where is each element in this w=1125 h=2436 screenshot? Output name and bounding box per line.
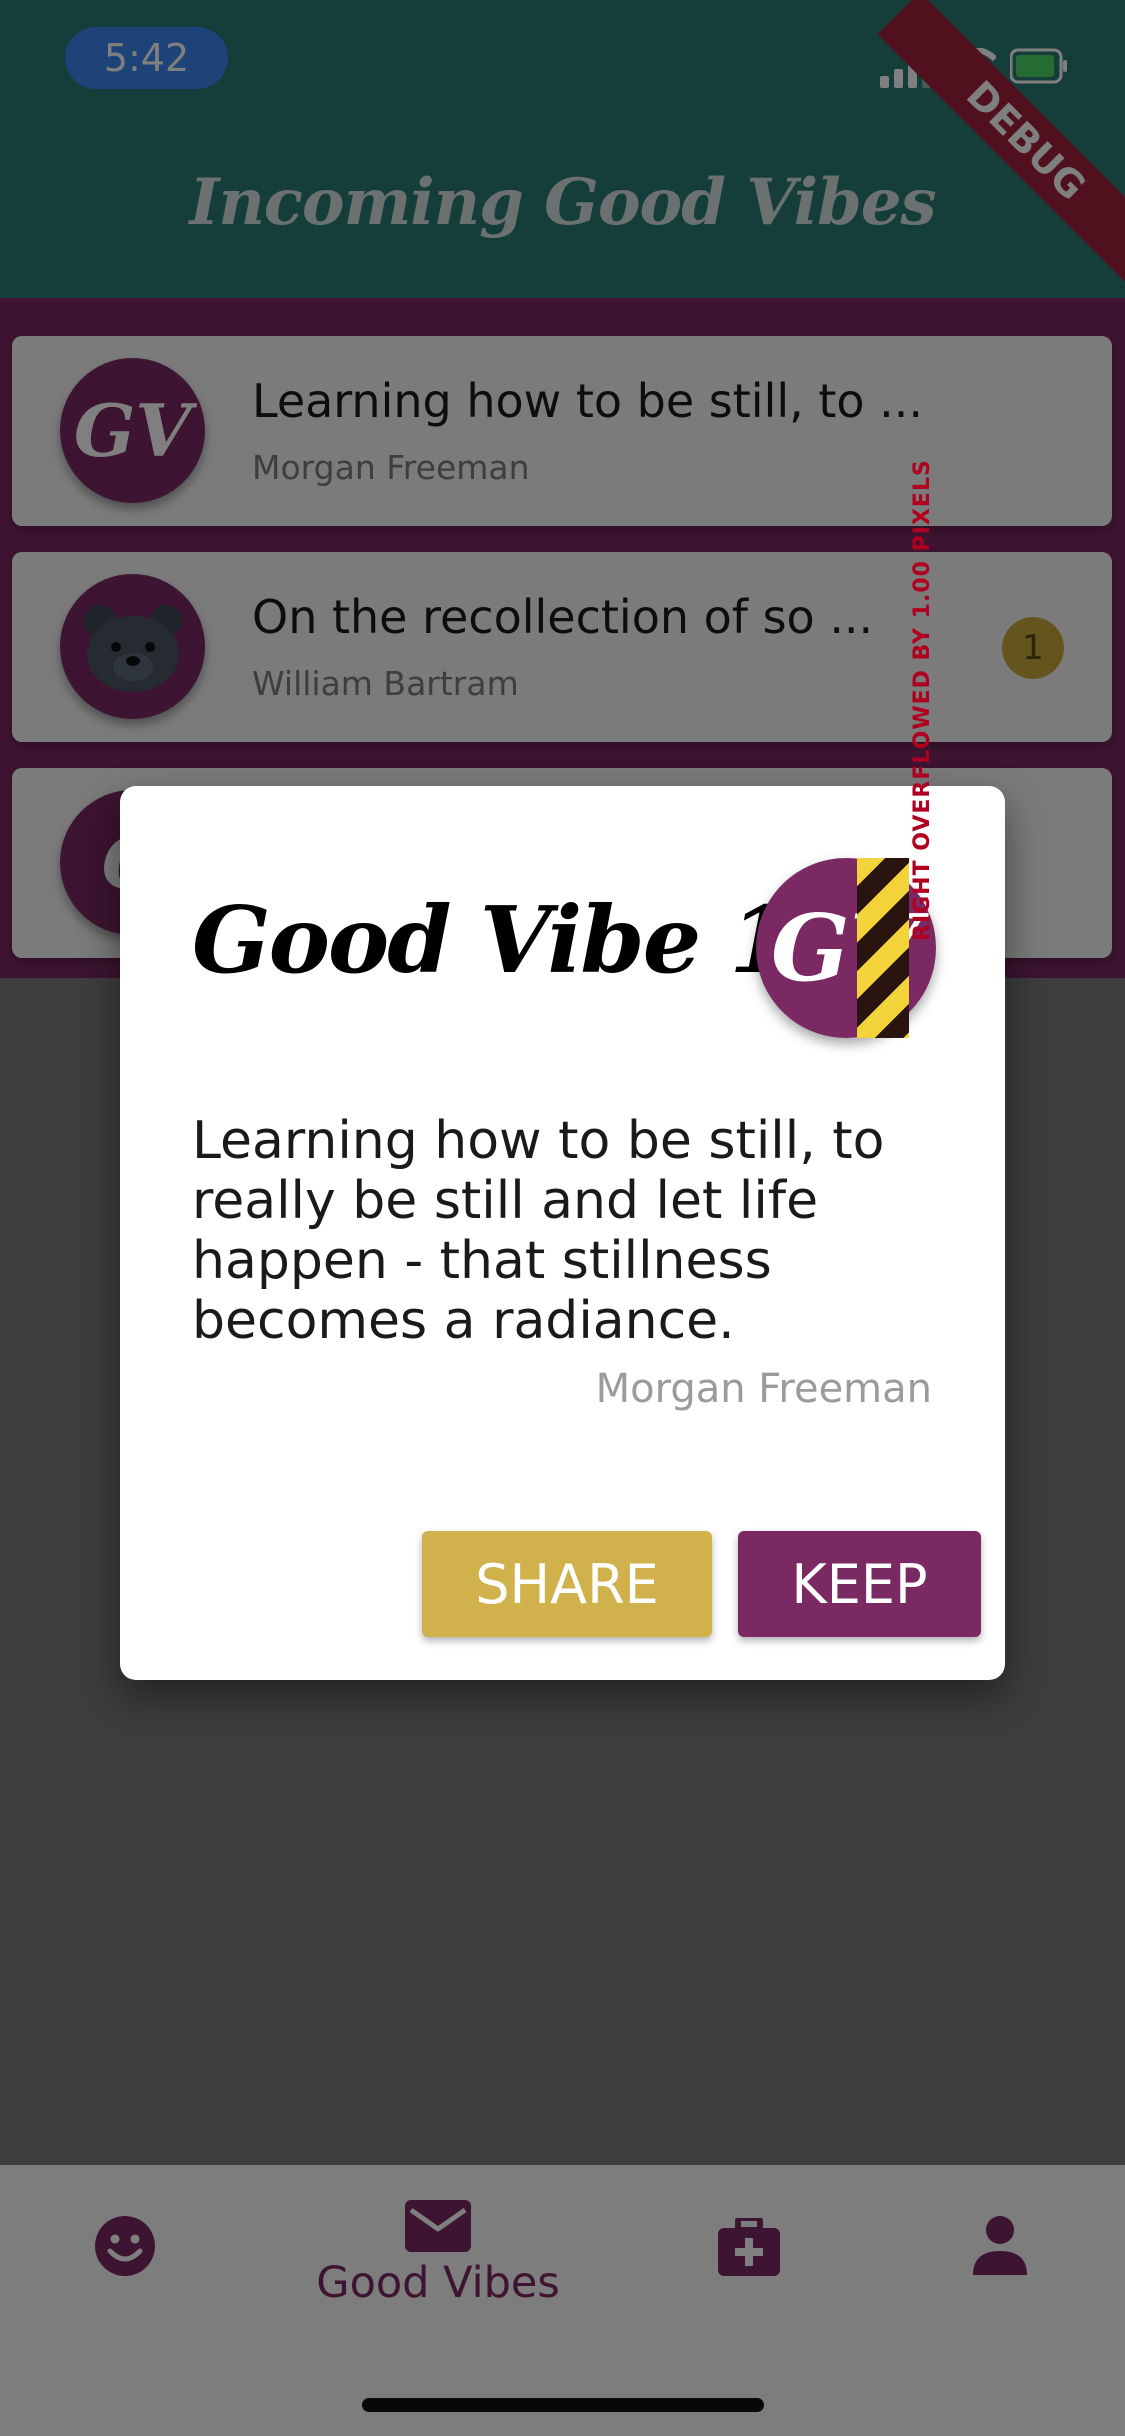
good-vibe-dialog: Good Vibe 109 GV RIGHT OVERFLOWED BY 1.0… (120, 459, 1005, 1680)
keep-button[interactable]: KEEP (738, 1531, 981, 1637)
quote-author: Morgan Freeman (595, 1366, 932, 1412)
share-button[interactable]: SHARE (422, 1531, 712, 1637)
quote-text: Learning how to be still, to really be s… (192, 1111, 885, 1351)
overflow-indicator (857, 858, 909, 1038)
overflow-warning: RIGHT OVERFLOWED BY 1.00 PIXELS (910, 459, 935, 941)
